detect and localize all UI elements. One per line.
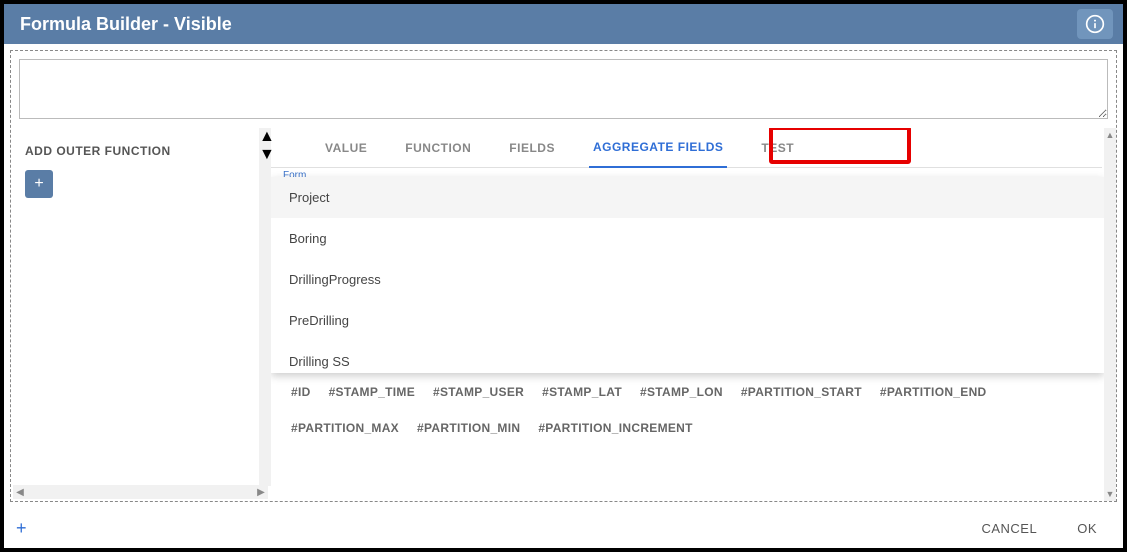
chip-partition-end[interactable]: #PARTITION_END [880, 385, 987, 399]
dropdown-item-predrilling[interactable]: PreDrilling [271, 300, 1104, 341]
left-panel-body [11, 198, 270, 485]
add-function-button[interactable]: + [25, 170, 53, 198]
tab-test[interactable]: TEST [757, 129, 798, 167]
formula-input[interactable] [19, 59, 1108, 119]
titlebar: Formula Builder - Visible [4, 4, 1123, 44]
chip-stamp-lon[interactable]: #STAMP_LON [640, 385, 723, 399]
chip-stamp-lat[interactable]: #STAMP_LAT [542, 385, 622, 399]
chip-partition-min[interactable]: #PARTITION_MIN [417, 421, 520, 435]
formula-builder-window: Formula Builder - Visible ADD OUTER FUNC… [4, 4, 1123, 548]
columns: ADD OUTER FUNCTION + ▲ ▼ ◀ ▶ ▲ ▼ [11, 128, 1116, 501]
scroll-down-icon: ▼ [1104, 487, 1116, 501]
footer: + CANCEL OK [4, 508, 1123, 548]
info-button[interactable] [1077, 9, 1113, 39]
left-panel: ADD OUTER FUNCTION + ▲ ▼ ◀ ▶ [11, 128, 271, 501]
right-panel: ▲ ▼ VALUE FUNCTION FIELDS AGGREGATE FIEL… [271, 128, 1116, 501]
scroll-left-icon: ◀ [13, 485, 27, 499]
chip-partition-increment[interactable]: #PARTITION_INCREMENT [538, 421, 692, 435]
dropdown-item-boring[interactable]: Boring [271, 218, 1104, 259]
tab-value[interactable]: VALUE [321, 129, 371, 167]
left-horizontal-scrollbar[interactable]: ◀ ▶ [13, 485, 268, 499]
dropdown-item-drillingprogress[interactable]: DrillingProgress [271, 259, 1104, 300]
dropdown-item-project[interactable]: Project [271, 177, 1104, 218]
field-chips-row: #ID #STAMP_TIME #STAMP_USER #STAMP_LAT #… [271, 373, 1102, 447]
tab-function[interactable]: FUNCTION [401, 129, 475, 167]
footer-add-button[interactable]: + [16, 518, 27, 539]
left-panel-header: ADD OUTER FUNCTION [11, 128, 270, 170]
tab-fields[interactable]: FIELDS [505, 129, 559, 167]
info-icon [1085, 14, 1105, 34]
cancel-button[interactable]: CANCEL [981, 521, 1037, 536]
left-vertical-scrollbar[interactable]: ▲ ▼ [259, 128, 271, 486]
chip-id[interactable]: #ID [291, 385, 311, 399]
window-title: Formula Builder - Visible [20, 14, 232, 35]
chip-partition-max[interactable]: #PARTITION_MAX [291, 421, 399, 435]
chip-stamp-user[interactable]: #STAMP_USER [433, 385, 524, 399]
form-dropdown-list[interactable]: Project Boring DrillingProgress PreDrill… [271, 177, 1104, 373]
chip-partition-start[interactable]: #PARTITION_START [741, 385, 862, 399]
tab-aggregate-fields[interactable]: AGGREGATE FIELDS [589, 128, 727, 168]
dropdown-item-drilling-ss[interactable]: Drilling SS [271, 341, 1104, 373]
chip-stamp-time[interactable]: #STAMP_TIME [329, 385, 415, 399]
main-area: ADD OUTER FUNCTION + ▲ ▼ ◀ ▶ ▲ ▼ [10, 50, 1117, 502]
scroll-right-icon: ▶ [254, 485, 268, 499]
ok-button[interactable]: OK [1077, 521, 1097, 536]
right-vertical-scrollbar[interactable]: ▲ ▼ [1104, 128, 1116, 501]
tabs-row: VALUE FUNCTION FIELDS AGGREGATE FIELDS T… [271, 128, 1102, 168]
